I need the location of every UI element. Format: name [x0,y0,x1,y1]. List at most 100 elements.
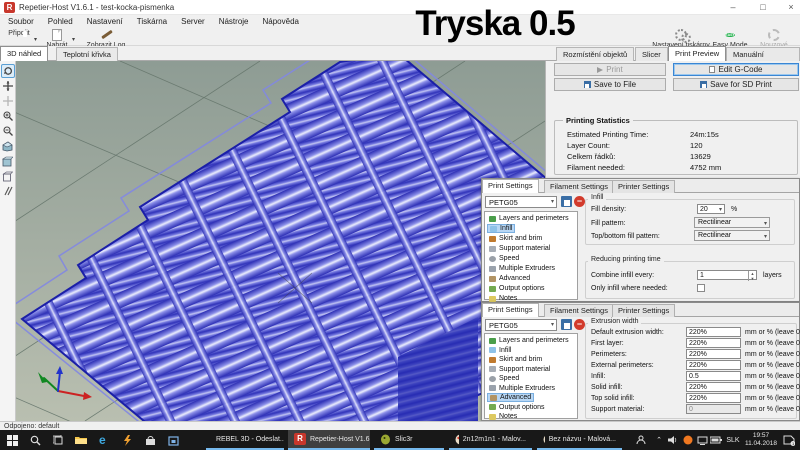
tree-layers[interactable]: Layers and perimeters [487,336,571,345]
viewport-3d[interactable] [0,61,545,421]
combine-infill-input[interactable]: 1▲▼ [697,270,757,280]
zoom-in-button[interactable] [1,109,15,123]
menu-server[interactable]: Server [181,17,205,26]
tab-filament-settings[interactable]: Filament Settings [544,180,614,193]
tree-speed[interactable]: Speed [487,374,521,383]
tab-3d-view[interactable]: 3D náhled [0,46,48,61]
tree-output[interactable]: Output options [487,403,547,412]
tree-output[interactable]: Output options [487,284,547,293]
perimeters-input[interactable]: 220% [686,349,741,359]
connect-button[interactable]: Připojit [6,29,32,37]
only-infill-checkbox[interactable] [697,284,705,292]
profile-select[interactable]: PETG05▾ [485,196,557,208]
search-icon[interactable] [25,432,45,448]
taskbar-app-slic3r[interactable]: Slic3r [374,430,444,450]
parallel-projection-button[interactable] [1,184,15,198]
save-for-sd-button[interactable]: Save for SD Print [673,78,799,91]
tree-advanced[interactable]: Advanced [487,274,532,283]
lightning-app-icon[interactable] [117,432,137,448]
tab-object-placement[interactable]: Rozmístění objektů [556,47,634,61]
menu-nastaveni[interactable]: Nastavení [87,17,123,26]
tab-print-preview[interactable]: Print Preview [668,46,726,61]
volume-icon[interactable] [666,430,680,450]
tab-print-settings[interactable]: Print Settings [482,179,539,193]
menu-napoveda[interactable]: Nápověda [263,17,299,26]
first-layer-input[interactable]: 220% [686,338,741,348]
tab-printer-settings[interactable]: Printer Settings [612,304,675,317]
taskbar-app-paint-1[interactable]: 2n12m1n1 - Malov... [449,430,532,450]
close-button[interactable]: × [780,0,800,14]
save-to-file-button[interactable]: Save to File [554,78,666,91]
default-extrusion-input[interactable]: 220% [686,327,741,337]
edge-icon[interactable]: e [94,432,114,448]
tree-skirt[interactable]: Skirt and brim [487,355,544,364]
tree-speed[interactable]: Speed [487,254,521,263]
move-view-button[interactable] [1,79,15,93]
tab-temperature-curve[interactable]: Teplotní křivka [56,47,118,61]
tree-infill[interactable]: Infill [487,346,513,355]
printer-app-icon[interactable] [163,432,183,448]
skirt-icon [489,357,496,363]
tree-skirt[interactable]: Skirt and brim [487,234,544,243]
emergency-stop-icon [768,29,780,41]
taskbar-app-firefox[interactable]: REBEL 3D - Odeslat... [206,430,284,450]
file-explorer-icon[interactable] [71,432,91,448]
tree-extruders[interactable]: Multiple Extruders [487,384,557,393]
edit-gcode-button[interactable]: Edit G-Code [673,63,799,76]
rotate-view-button[interactable] [1,64,15,78]
delete-profile-icon[interactable]: − [574,319,585,330]
external-perimeters-input[interactable]: 220% [686,360,741,370]
start-button[interactable] [2,432,22,448]
save-profile-icon[interactable] [561,196,572,207]
maximize-button[interactable]: □ [752,0,774,14]
menu-pohled[interactable]: Pohled [48,17,73,26]
tree-layers[interactable]: Layers and perimeters [487,214,571,223]
move-object-button[interactable] [1,94,15,108]
tree-advanced[interactable]: Advanced [487,393,534,402]
isometric-view-button[interactable] [1,139,15,153]
front-view-button[interactable] [1,154,15,168]
tab-filament-settings[interactable]: Filament Settings [544,304,614,317]
tab-printer-settings[interactable]: Printer Settings [612,180,675,193]
tab-print-settings[interactable]: Print Settings [482,303,539,317]
taskbar-app-paint-2[interactable]: Bez názvu - Malová... [537,430,622,450]
menu-soubor[interactable]: Soubor [8,17,34,26]
delete-profile-icon[interactable]: − [574,196,585,207]
language-indicator[interactable]: SLK [723,430,743,450]
print-button[interactable]: Print [554,63,666,76]
tree-support[interactable]: Support material [487,365,552,374]
output-icon [489,286,496,292]
tree-support[interactable]: Support material [487,244,552,253]
top-bottom-pattern-select[interactable]: Rectilinear▾ [694,230,770,241]
people-icon[interactable] [633,430,649,450]
clock[interactable]: 19:57 11.04.2018 [744,430,778,450]
top-solid-infill-input[interactable]: 220% [686,393,741,403]
store-icon[interactable] [140,432,160,448]
menu-nastroje[interactable]: Nástroje [219,17,249,26]
tree-infill[interactable]: Infill [487,224,515,233]
menu-tiskarna[interactable]: Tiskárna [137,17,167,26]
tab-slicer[interactable]: Slicer [635,47,668,61]
connect-dropdown-icon[interactable]: ▾ [34,36,37,43]
top-view-button[interactable] [1,169,15,183]
zoom-out-button[interactable] [1,124,15,138]
network-icon[interactable] [695,430,709,450]
notification-center-icon[interactable]: 1 [780,430,798,450]
battery-icon[interactable] [709,430,723,450]
solid-infill-input[interactable]: 220% [686,382,741,392]
tab-manual-control[interactable]: Manuální ovládání [726,47,800,61]
infill-width-input[interactable]: 0.5 [686,371,741,381]
minimize-button[interactable]: – [722,0,744,14]
antivirus-icon[interactable] [681,430,694,450]
tree-notes[interactable]: Notes [487,412,519,421]
reducing-time-group [585,261,795,299]
save-profile-icon[interactable] [561,319,572,330]
profile-select[interactable]: PETG05▾ [485,319,557,331]
fill-pattern-select[interactable]: Rectilinear▾ [694,217,770,228]
load-dropdown-icon[interactable]: ▾ [72,36,75,43]
tree-extruders[interactable]: Multiple Extruders [487,264,557,273]
task-view-icon[interactable] [48,432,68,448]
taskbar-app-repetier[interactable]: R Repetier-Host V1.6... [288,430,370,450]
tray-expand-icon[interactable]: ⌃ [653,430,665,450]
fill-density-input[interactable]: 20▾ [697,204,725,214]
